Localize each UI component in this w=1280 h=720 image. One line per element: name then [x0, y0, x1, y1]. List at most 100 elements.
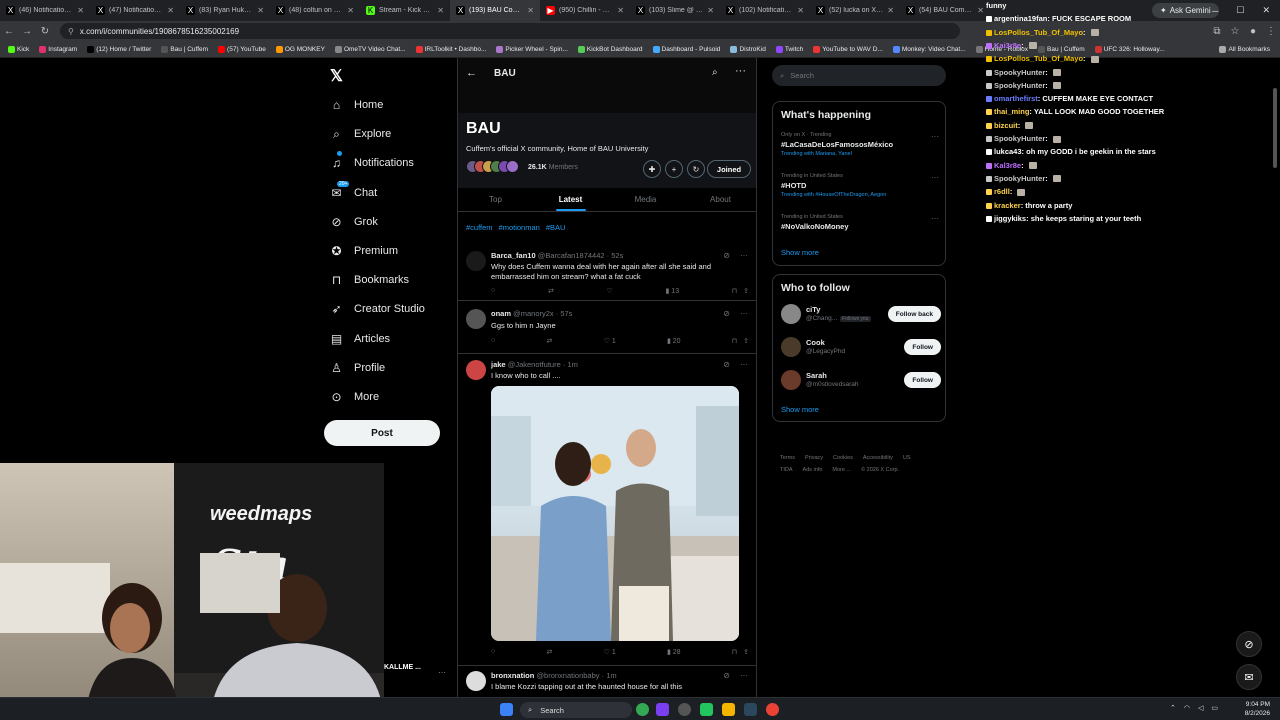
nav-item-creator-studio[interactable]: ➶ Creator Studio — [330, 300, 424, 318]
tab-latest[interactable]: Latest — [533, 188, 608, 211]
close-tab-icon[interactable]: ✕ — [977, 6, 984, 15]
nav-item-chat[interactable]: ✉ 20+ Chat — [330, 180, 377, 202]
retweet-icon[interactable]: ⇄ — [546, 648, 552, 656]
follow-suggestion[interactable]: Sarah @m0stlovedsarah Follow — [781, 370, 941, 392]
bookmark-item[interactable]: Bau | Cuffem — [1038, 45, 1085, 53]
browser-tab[interactable]: K Stream - Kick Dashb ✕ — [360, 0, 450, 21]
chrome-icon[interactable] — [636, 703, 649, 716]
nav-item-notifications[interactable]: ♫ Notifications — [330, 151, 414, 172]
close-tab-icon[interactable]: ✕ — [707, 6, 714, 15]
views-icon[interactable]: ▮ 20 — [667, 337, 681, 345]
tweet-handle[interactable]: @Jakenotfuture — [508, 360, 561, 369]
bookmark-icon[interactable]: ⊓ ⇪ — [732, 287, 749, 295]
more-icon[interactable]: ··· — [740, 309, 748, 318]
bookmark-item[interactable]: IRLToolkit • Dashbo... — [415, 45, 486, 53]
trend-with-names[interactable]: #HouseOfTheDragon, Aegon — [815, 192, 886, 198]
grok-fab-icon[interactable]: ⊘ — [1236, 631, 1262, 657]
grok-icon[interactable]: ⊘ — [723, 360, 730, 369]
wifi-icon[interactable]: ◠ — [1184, 704, 1190, 712]
bookmark-item[interactable]: Kick — [8, 45, 29, 53]
member-avatars[interactable] — [466, 160, 519, 173]
steam-icon[interactable] — [744, 703, 757, 716]
taskbar-search[interactable]: ⌕ Search — [520, 702, 632, 718]
browser-tab[interactable]: X (46) Notifications / X ✕ — [0, 0, 90, 21]
close-tab-icon[interactable]: ✕ — [257, 6, 264, 15]
retweet-icon[interactable]: ⇄ — [546, 337, 552, 345]
footer-link[interactable]: Terms — [780, 455, 795, 461]
browser-tab[interactable]: X (103) Slime @ on X✕ — [630, 0, 720, 21]
tab-top[interactable]: Top — [458, 188, 533, 211]
bookmark-item[interactable]: Picker Wheel - Spin... — [496, 45, 568, 53]
community-tag[interactable]: #cuffem — [466, 223, 493, 232]
add-member-icon[interactable]: + — [665, 160, 683, 178]
more-icon[interactable]: ··· — [740, 360, 748, 369]
trend-with-names[interactable]: Mariana, Yanel — [815, 151, 852, 157]
browser-tab[interactable]: X (52) lucka on X: "htt ✕ — [810, 0, 900, 21]
tweet-time[interactable]: 1m — [567, 360, 577, 369]
nav-item-home[interactable]: ⌂ Home — [330, 96, 383, 114]
share-icon[interactable]: ↻ — [687, 160, 705, 178]
like-icon[interactable]: ♡ — [607, 287, 613, 295]
nav-item-articles[interactable]: ▤ Articles — [330, 330, 390, 348]
browser-tab[interactable]: X (102) Notifications / ✕ — [720, 0, 810, 21]
post-button[interactable]: Post — [324, 420, 440, 446]
community-tag[interactable]: #BAU — [546, 223, 566, 232]
maximize-icon[interactable]: ☐ — [1236, 5, 1244, 16]
tweet-time[interactable]: 52s — [611, 251, 623, 260]
nav-item-explore[interactable]: ⌕ Explore — [330, 125, 391, 143]
close-tab-icon[interactable]: ✕ — [527, 6, 534, 15]
more-icon[interactable]: ··· — [740, 671, 748, 680]
folder-icon[interactable] — [722, 703, 735, 716]
profile-icon[interactable]: ● — [1244, 26, 1262, 37]
avatar[interactable] — [466, 671, 486, 691]
footer-link[interactable]: Cookies — [833, 455, 853, 461]
views-icon[interactable]: ▮ 13 — [666, 287, 680, 295]
follow-button[interactable]: Follow — [904, 372, 941, 388]
more-icon[interactable]: ··· — [931, 173, 939, 182]
search-input[interactable]: ⌕ Search — [772, 65, 946, 86]
joined-button[interactable]: Joined — [707, 160, 751, 178]
tweet-handle[interactable]: @Barcafan1874442 — [538, 251, 605, 260]
browser-tab[interactable]: X (193) BAU Communi ✕ — [450, 0, 540, 21]
bookmark-item[interactable]: Twitch — [775, 45, 803, 53]
grok-icon[interactable]: ⊘ — [723, 671, 730, 680]
reply-icon[interactable]: ○ — [491, 287, 495, 295]
views-icon[interactable]: ▮ 28 — [667, 648, 681, 656]
avatar[interactable] — [466, 360, 486, 380]
tweet-time[interactable]: 1m — [606, 671, 616, 680]
ask-gemini-button[interactable]: ✦ Ask Gemini — [1152, 3, 1219, 18]
bookmark-item[interactable]: OG MONKEY — [275, 45, 325, 53]
bookmark-item[interactable]: DistroKid — [730, 45, 766, 53]
back-icon[interactable]: ← — [0, 26, 18, 37]
chrome-icon[interactable] — [766, 703, 779, 716]
avatar[interactable] — [781, 337, 801, 357]
tweet-author[interactable]: Barca_fan10 — [491, 251, 536, 260]
back-arrow-icon[interactable]: ← — [466, 67, 477, 79]
bookmark-item[interactable]: UFC 326: Holloway... — [1094, 45, 1165, 53]
start-icon[interactable] — [500, 703, 513, 716]
follow-button[interactable]: Follow — [904, 339, 941, 355]
tab-media[interactable]: Media — [608, 188, 683, 211]
bookmark-item[interactable]: (57) YouTube — [218, 45, 266, 53]
bookmark-item[interactable]: YouTube to WAV D... — [813, 45, 883, 53]
browser-tab[interactable]: ▶ (950) Chillin - YouTu ✕ — [540, 0, 630, 21]
more-icon[interactable]: ··· — [740, 251, 748, 260]
minimize-icon[interactable]: ─ — [1212, 6, 1218, 16]
app-icon[interactable] — [656, 703, 669, 716]
follow-suggestion[interactable]: ciTy @Chang... Follows you Follow back — [781, 304, 941, 326]
tweet[interactable]: Barca_fan10 @Barcafan1874442 · 52s ⊘ ··· … — [458, 243, 756, 301]
show-more-link[interactable]: Show more — [781, 248, 819, 257]
chevron-up-icon[interactable]: ⌃ — [1170, 704, 1176, 712]
bookmark-item[interactable]: Instagram — [39, 45, 77, 53]
browser-tab[interactable]: X (83) Ryan Hukery on✕ — [180, 0, 270, 21]
trend-item[interactable]: Trending in United States #HOTD Trending w… — [781, 173, 939, 198]
all-bookmarks[interactable]: All Bookmarks — [1219, 45, 1270, 53]
close-tab-icon[interactable]: ✕ — [347, 6, 354, 15]
nav-item-grok[interactable]: ⊘ Grok — [330, 213, 377, 231]
members-count[interactable]: 26.1K Members — [528, 164, 578, 171]
browser-tab[interactable]: X (48) coltun on X: "ht ✕ — [270, 0, 360, 21]
search-icon[interactable]: ⌕ — [712, 67, 718, 78]
close-tab-icon[interactable]: ✕ — [437, 6, 444, 15]
avatar[interactable] — [781, 370, 801, 390]
footer-link[interactable]: Ads info — [803, 467, 823, 473]
